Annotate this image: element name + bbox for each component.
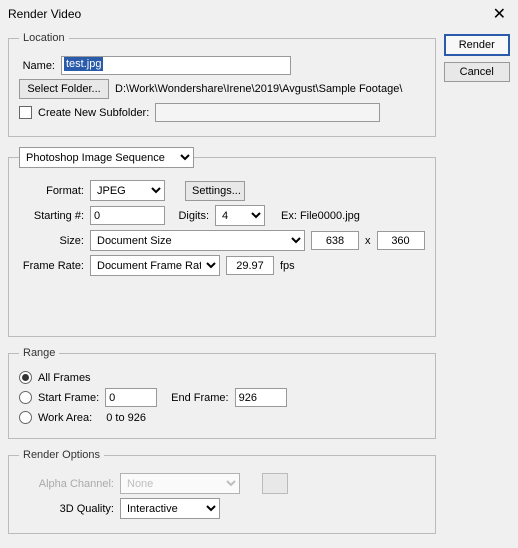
framerate-label: Frame Rate:	[19, 260, 84, 272]
create-subfolder-checkbox[interactable]	[19, 106, 32, 119]
create-subfolder-label: Create New Subfolder:	[38, 107, 149, 119]
framerate-select[interactable]: Document Frame Rate	[90, 255, 220, 276]
alpha-label: Alpha Channel:	[19, 478, 114, 490]
digits-label: Digits:	[171, 210, 209, 222]
size-select[interactable]: Document Size	[90, 230, 305, 251]
fps-label: fps	[280, 260, 295, 272]
name-input[interactable]: test.jpg	[61, 56, 291, 75]
preset-select[interactable]: Photoshop Image Sequence	[19, 147, 194, 168]
starting-label: Starting #:	[19, 210, 84, 222]
range-group: Range All Frames Start Frame: End Frame:…	[8, 347, 436, 439]
name-value: test.jpg	[64, 57, 103, 71]
alpha-select: None	[120, 473, 240, 494]
work-area-range: 0 to 926	[106, 412, 146, 424]
window-title: Render Video	[8, 7, 81, 21]
size-label: Size:	[19, 235, 84, 247]
end-frame-label: End Frame:	[171, 392, 228, 404]
subfolder-input[interactable]	[155, 103, 380, 122]
location-group: Location Name: test.jpg Select Folder...…	[8, 32, 436, 137]
folder-path: D:\Work\Wondershare\Irene\2019\Avgust\Sa…	[115, 83, 402, 95]
all-frames-radio[interactable]	[19, 371, 32, 384]
start-frame-label: Start Frame:	[38, 392, 99, 404]
export-group: Photoshop Image Sequence Format: JPEG Se…	[8, 147, 436, 337]
quality-select[interactable]: Interactive	[120, 498, 220, 519]
starting-input[interactable]	[90, 206, 165, 225]
settings-button[interactable]: Settings...	[185, 181, 245, 201]
render-options-legend: Render Options	[19, 449, 104, 461]
x-label: x	[365, 235, 371, 247]
work-area-radio[interactable]	[19, 411, 32, 424]
location-legend: Location	[19, 32, 69, 44]
render-button[interactable]: Render	[444, 34, 511, 56]
render-options-group: Render Options Alpha Channel: None 3D Qu…	[8, 449, 436, 534]
framerate-input[interactable]	[226, 256, 274, 275]
all-frames-label: All Frames	[38, 372, 91, 384]
format-select[interactable]: JPEG	[90, 180, 165, 201]
cancel-button[interactable]: Cancel	[444, 62, 511, 82]
start-frame-radio[interactable]	[19, 391, 32, 404]
close-icon[interactable]: ✕	[489, 4, 510, 24]
work-area-label: Work Area:	[38, 412, 92, 424]
filename-example: Ex: File0000.jpg	[281, 210, 360, 222]
height-input[interactable]	[377, 231, 425, 250]
range-legend: Range	[19, 347, 59, 359]
format-label: Format:	[19, 185, 84, 197]
quality-label: 3D Quality:	[19, 503, 114, 515]
name-label: Name:	[19, 60, 55, 72]
start-frame-input[interactable]	[105, 388, 157, 407]
digits-select[interactable]: 4	[215, 205, 265, 226]
select-folder-button[interactable]: Select Folder...	[19, 79, 109, 99]
end-frame-input[interactable]	[235, 388, 287, 407]
width-input[interactable]	[311, 231, 359, 250]
alpha-extra-button	[262, 473, 288, 494]
